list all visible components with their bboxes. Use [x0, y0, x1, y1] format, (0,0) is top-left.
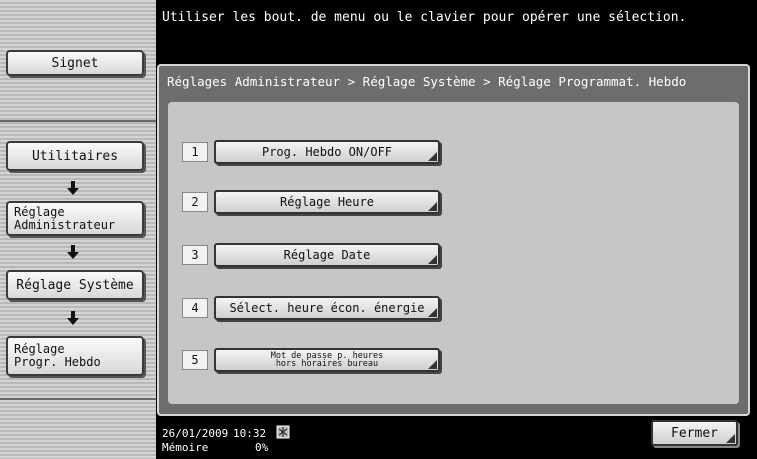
option-row: 3 Réglage Date — [182, 242, 440, 267]
sidebar-separator — [0, 398, 156, 400]
prog-hebdo-on-off-button[interactable]: Prog. Hebdo ON/OFF — [214, 139, 440, 164]
footer-time: 10:32 — [233, 427, 267, 440]
sidebar-separator — [0, 120, 156, 122]
option-number: 4 — [182, 297, 208, 318]
arrow-down-icon — [67, 311, 79, 325]
option-row: 5 Mot de passe p. heures hors horaires b… — [182, 347, 440, 372]
screen: Signet Utilitaires Réglage Administrateu… — [0, 0, 757, 459]
option-row: 4 Sélect. heure écon. énergie — [182, 295, 440, 320]
instruction-message: Utiliser les bout. de menu ou le clavier… — [162, 10, 687, 25]
option-number: 3 — [182, 244, 208, 265]
breadcrumb: Réglages Administrateur > Réglage Systèm… — [167, 74, 687, 89]
option-row: 1 Prog. Hebdo ON/OFF — [182, 139, 440, 164]
footer-date: 26/01/2009 — [162, 427, 229, 440]
arrow-down-icon — [67, 245, 79, 259]
close-button[interactable]: Fermer — [651, 420, 738, 446]
sidebar-step-reglage-progr-hebdo[interactable]: Réglage Progr. Hebdo — [6, 336, 144, 376]
bookmark-button[interactable]: Signet — [6, 50, 144, 76]
reglage-heure-button[interactable]: Réglage Heure — [214, 189, 440, 214]
arrow-down-icon — [67, 181, 79, 195]
settings-panel: Réglages Administrateur > Réglage Systèm… — [157, 64, 750, 416]
option-number: 1 — [182, 141, 208, 162]
option-number: 5 — [182, 349, 208, 370]
select-heure-econ-energie-button[interactable]: Sélect. heure écon. énergie — [214, 295, 440, 320]
options-area: 1 Prog. Hebdo ON/OFF 2 Réglage Heure 3 R… — [168, 102, 739, 404]
option-number: 2 — [182, 191, 208, 212]
mot-de-passe-hors-horaires-button[interactable]: Mot de passe p. heures hors horaires bur… — [214, 347, 440, 372]
network-icon — [276, 425, 290, 439]
sidebar-step-reglage-systeme[interactable]: Réglage Système — [6, 270, 144, 300]
memory-value: 0% — [255, 441, 269, 454]
sidebar-step-reglage-administrateur[interactable]: Réglage Administrateur — [6, 201, 144, 236]
reglage-date-button[interactable]: Réglage Date — [214, 242, 440, 267]
memory-label: Mémoire — [162, 441, 209, 454]
sidebar: Signet Utilitaires Réglage Administrateu… — [0, 0, 156, 459]
sidebar-step-utilitaires[interactable]: Utilitaires — [6, 141, 144, 171]
option-row: 2 Réglage Heure — [182, 189, 440, 214]
